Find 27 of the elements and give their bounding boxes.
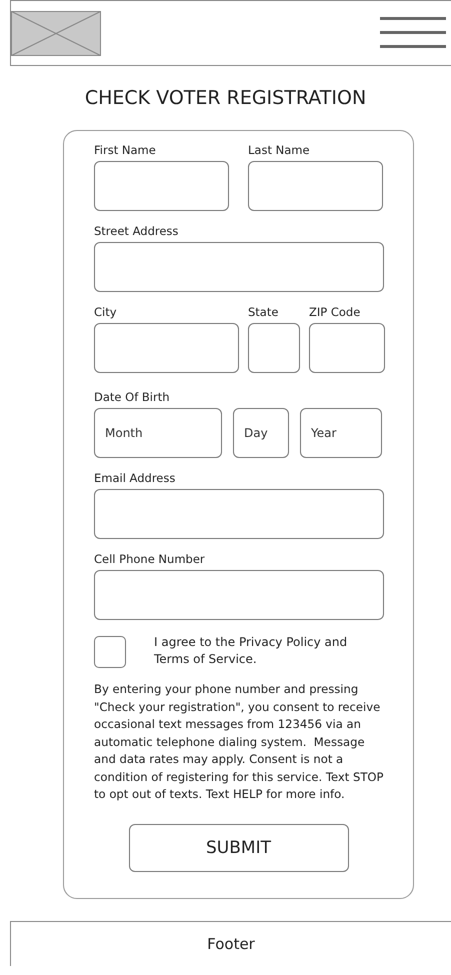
consent-text: By entering your phone number and pressing "Check your registration", you consent to receive occasional text messages from 123456 via an automatic telephone dialing system. Message and data rates may apply. Consent is not a condition of registering for this service. Text STOP to opt out of texts. Text HELP for more info.	[94, 681, 385, 803]
field-label: Street Address	[94, 224, 178, 239]
field-label: Email Address	[94, 471, 176, 486]
input-field[interactable]: Day	[233, 408, 289, 458]
field-label: Cell Phone Number	[94, 552, 205, 567]
submit-button[interactable]: SUBMIT	[128, 824, 348, 872]
input-field[interactable]	[94, 161, 229, 211]
field-label: Last Name	[248, 143, 310, 158]
agree-label: I agree to the Privacy Policy and Terms of Service.	[154, 634, 348, 668]
input-field[interactable]	[94, 242, 384, 292]
menu-icon[interactable]	[380, 17, 446, 49]
field-label: City	[94, 305, 117, 320]
input-field[interactable]	[309, 323, 385, 373]
field-label: Date Of Birth	[94, 390, 170, 405]
field-label: State	[248, 305, 278, 320]
input-field[interactable]	[248, 323, 300, 373]
field-label: ZIP Code	[309, 305, 360, 320]
input-field[interactable]	[94, 489, 384, 539]
checkbox[interactable]	[94, 636, 126, 668]
footer-text: Footer	[207, 934, 255, 952]
field-label: First Name	[94, 143, 156, 158]
input-field[interactable]	[248, 161, 383, 211]
page-title: CHECK VOTER REGISTRATION	[84, 87, 368, 109]
input-field[interactable]: Month	[94, 408, 222, 458]
input-field[interactable]: Year	[300, 408, 382, 458]
input-field[interactable]	[94, 323, 239, 373]
input-field[interactable]	[94, 570, 384, 620]
